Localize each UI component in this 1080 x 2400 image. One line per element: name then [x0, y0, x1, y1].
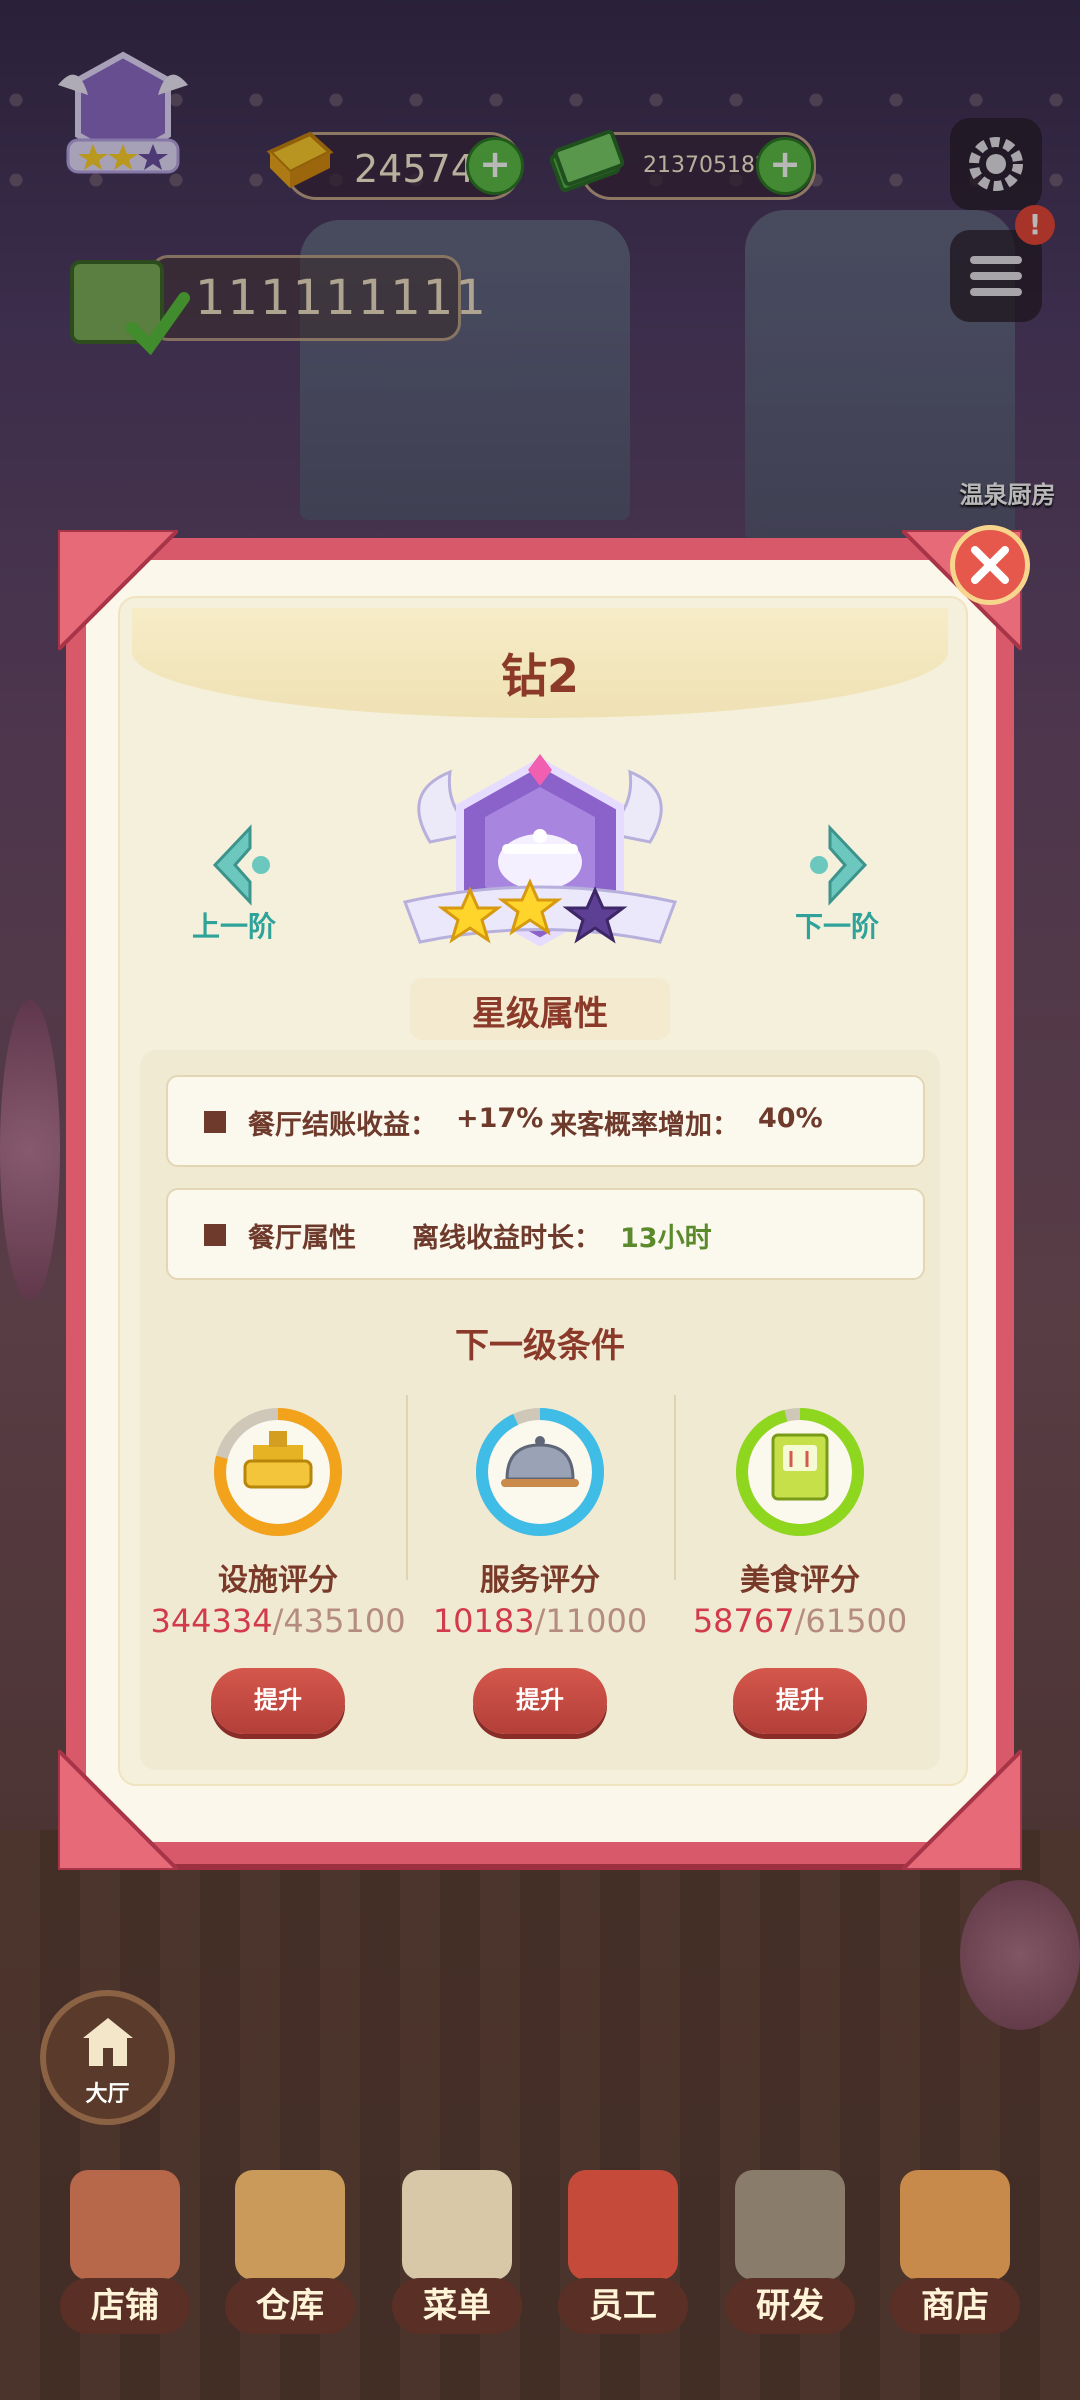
visitor-rate-label: 来客概率增加： [550, 1110, 739, 1141]
recipe-book-icon [771, 1433, 829, 1501]
prev-tier-arrow-icon[interactable] [195, 820, 285, 910]
score-current: 344334 [150, 1602, 273, 1640]
next-tier-label[interactable]: 下一阶 [795, 905, 879, 945]
score-name: 美食评分 [740, 1563, 860, 1598]
score-name: 服务评分 [480, 1563, 600, 1598]
clipboard-icon [402, 2170, 512, 2280]
research-tab-label: 研发 [725, 2278, 855, 2334]
offline-duration-value: 13小时 [620, 1216, 712, 1255]
restaurant-attribute-label: 餐厅属性 [248, 1223, 356, 1254]
hall-button[interactable]: 大厅 [40, 1990, 175, 2125]
score-progress-value: 344334/435100 [148, 1602, 408, 1640]
star-attributes-title: 星级属性 [472, 994, 608, 1034]
store-tab-label: 店铺 [60, 2278, 190, 2334]
close-button[interactable] [950, 525, 1030, 605]
upgrade-button[interactable]: 提升 [211, 1668, 345, 1734]
bullet-icon [204, 1224, 226, 1246]
offline-duration-label: 离线收益时长： [412, 1223, 601, 1254]
visitor-rate-value: 40% [758, 1103, 823, 1134]
score-progress-value: 10183/11000 [410, 1602, 670, 1640]
attribute-row-offline: 餐厅属性 离线收益时长： 13小时 [166, 1188, 925, 1280]
bullet-icon [204, 1111, 226, 1133]
box-icon [235, 2170, 345, 2280]
score-separator: / [794, 1602, 806, 1640]
hall-label: 大厅 [85, 2082, 130, 2107]
staff-tab-label: 员工 [558, 2278, 688, 2334]
score-max: 11000 [545, 1602, 648, 1640]
score-name: 设施评分 [218, 1563, 338, 1598]
research-tab[interactable]: 研发 [715, 2160, 865, 2340]
close-icon [971, 546, 1009, 584]
score-max: 435100 [283, 1602, 406, 1640]
hall-house-icon [83, 2018, 133, 2066]
score-progress-ring [476, 1408, 604, 1536]
offline-duration-number: 13小时 [620, 1223, 712, 1254]
score-current: 58767 [692, 1602, 795, 1640]
checkout-income-value: +17% [456, 1103, 544, 1134]
warehouse-tab-label: 仓库 [225, 2278, 355, 2334]
score-progress-ring [736, 1408, 864, 1536]
divider [674, 1395, 676, 1580]
divider [406, 1395, 408, 1580]
menu-tab[interactable]: 菜单 [382, 2160, 532, 2340]
staff-tab[interactable]: 员工 [548, 2160, 698, 2340]
storefront-icon [70, 2170, 180, 2280]
upgrade-button[interactable]: 提升 [473, 1668, 607, 1734]
shop-stall-icon [900, 2170, 1010, 2280]
attribute-row-income: 餐厅结账收益： +17% 来客概率增加： 40% [166, 1075, 925, 1167]
chef-icon [568, 2170, 678, 2280]
prev-tier-label[interactable]: 上一阶 [192, 905, 276, 945]
upgrade-button[interactable]: 提升 [733, 1668, 867, 1734]
diamond-rank-badge-icon [402, 754, 678, 947]
checkout-income-label: 餐厅结账收益： [248, 1110, 437, 1141]
rank-title: 钻2 [500, 649, 579, 703]
score-separator: / [272, 1602, 284, 1640]
shop-tab-label: 商店 [890, 2278, 1020, 2334]
shop-tab[interactable]: 商店 [880, 2160, 1030, 2340]
next-level-conditions-title: 下一级条件 [455, 1326, 625, 1366]
menu-tab-label: 菜单 [392, 2278, 522, 2334]
score-current: 10183 [432, 1602, 535, 1640]
score-progress-value: 58767/61500 [670, 1602, 930, 1640]
score-separator: / [534, 1602, 546, 1640]
store-tab[interactable]: 店铺 [50, 2160, 200, 2340]
cooking-pot-icon [735, 2170, 845, 2280]
score-max: 61500 [805, 1602, 908, 1640]
warehouse-tab[interactable]: 仓库 [215, 2160, 365, 2340]
score-progress-ring [214, 1408, 342, 1536]
next-tier-arrow-icon[interactable] [795, 820, 885, 910]
